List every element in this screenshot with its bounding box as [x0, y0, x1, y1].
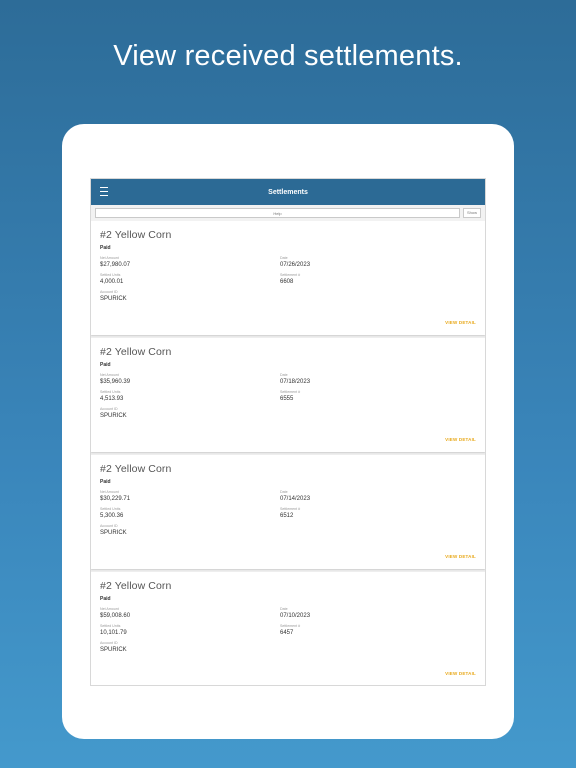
date-value: 07/26/2023	[280, 262, 311, 268]
settlement-number-value: 6512	[280, 513, 294, 519]
page-title: Settlements	[268, 188, 308, 196]
app-bar: Settlements	[91, 179, 485, 205]
date-value: 07/14/2023	[280, 496, 311, 502]
net-amount-value: $27,980.07	[100, 262, 131, 268]
settled-units-value: 4,000.01	[100, 279, 124, 285]
search-input[interactable]	[95, 208, 460, 218]
headline: View received settlements.	[113, 40, 463, 72]
settled-units-value: 5,300.36	[100, 513, 124, 519]
view-detail-link[interactable]: VIEW DETAIL	[445, 554, 476, 559]
settled-units-value: 10,101.79	[100, 630, 127, 636]
account-id-value: SPURICK	[100, 647, 127, 653]
date-value: 07/10/2023	[280, 613, 311, 619]
account-id-value: SPURICK	[100, 296, 127, 302]
settlement-number-value: 6457	[280, 630, 294, 636]
hamburger-menu-icon[interactable]	[100, 187, 108, 196]
settlement-number-value: 6555	[280, 396, 294, 402]
net-amount-value: $30,229.71	[100, 496, 131, 502]
settlement-card: #2 Yellow Corn Paid Net Amount $35,960.39…	[91, 338, 485, 452]
commodity-title: #2 Yellow Corn	[100, 463, 172, 475]
view-detail-link[interactable]: VIEW DETAIL	[445, 437, 476, 442]
commodity-title: #2 Yellow Corn	[100, 580, 172, 592]
date-value: 07/18/2023	[280, 379, 311, 385]
status-text: Paid	[100, 479, 111, 485]
net-amount-value: $35,960.39	[100, 379, 131, 385]
app-screen: Settlements Show #2 Yellow Corn Paid Net…	[91, 179, 485, 685]
commodity-title: #2 Yellow Corn	[100, 229, 172, 241]
show-button[interactable]: Show	[463, 208, 481, 218]
account-id-value: SPURICK	[100, 413, 127, 419]
net-amount-value: $59,008.60	[100, 613, 131, 619]
view-detail-link[interactable]: VIEW DETAIL	[445, 320, 476, 325]
settlement-card: #2 Yellow Corn Paid Net Amount $27,980.07…	[91, 221, 485, 335]
status-text: Paid	[100, 362, 111, 368]
commodity-title: #2 Yellow Corn	[100, 346, 172, 358]
settlement-card: #2 Yellow Corn Paid Net Amount $30,229.71…	[91, 455, 485, 569]
status-text: Paid	[100, 245, 111, 251]
settlement-card: #2 Yellow Corn Paid Net Amount $59,008.60…	[91, 572, 485, 685]
search-bar: Show	[91, 205, 485, 221]
account-id-value: SPURICK	[100, 530, 127, 536]
settlement-number-value: 6608	[280, 279, 294, 285]
view-detail-link[interactable]: VIEW DETAIL	[445, 671, 476, 676]
status-text: Paid	[100, 596, 111, 602]
settled-units-value: 4,513.93	[100, 396, 124, 402]
settlement-list: #2 Yellow Corn Paid Net Amount $27,980.07…	[91, 221, 485, 685]
